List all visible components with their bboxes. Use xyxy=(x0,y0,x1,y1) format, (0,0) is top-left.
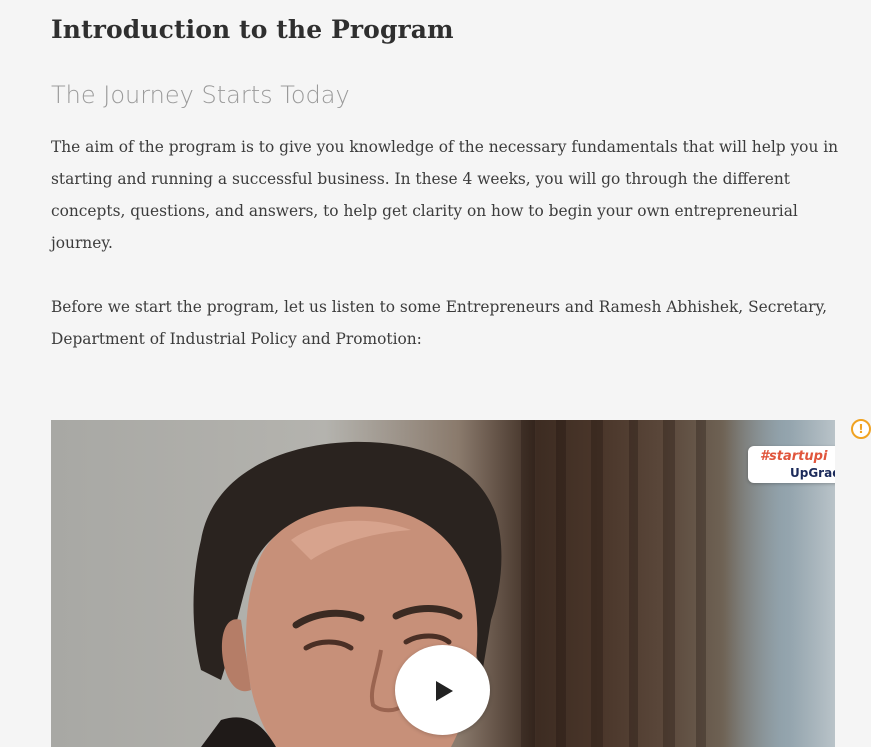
page-subtitle: The Journey Starts Today xyxy=(51,81,350,109)
video-intro-paragraph: Before we start the program, let us list… xyxy=(51,298,828,348)
play-icon xyxy=(436,681,453,701)
page-title: Introduction to the Program xyxy=(51,15,454,44)
alert-icon-glyph: ! xyxy=(858,422,864,436)
brand-hashtag: #startupi xyxy=(760,449,828,464)
intro-paragraph: The aim of the program is to give you kn… xyxy=(51,138,839,252)
play-button[interactable] xyxy=(395,645,490,735)
brand-logo: UpGrad xyxy=(790,466,835,480)
alert-icon[interactable]: ! xyxy=(851,419,871,439)
video-player[interactable]: #startupi UpGrad xyxy=(51,420,835,747)
brand-badge: #startupi UpGrad xyxy=(748,446,835,483)
